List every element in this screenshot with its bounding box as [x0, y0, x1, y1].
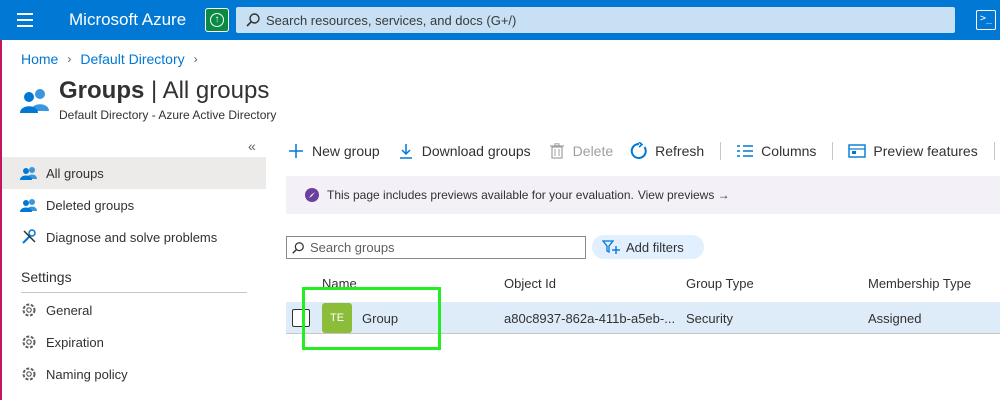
preview-banner: This page includes previews available fo…	[286, 176, 1000, 214]
filter-add-icon	[602, 240, 620, 254]
sidebar-item-expiration[interactable]: Expiration	[2, 326, 266, 358]
top-bar: Microsoft Azure ↑ >_	[0, 0, 1000, 40]
gear-icon	[20, 366, 38, 382]
row-checkbox[interactable]	[292, 309, 310, 327]
sidebar: All groups Deleted groups Diagnose and s…	[2, 157, 266, 253]
sidebar-item-label: General	[46, 302, 93, 318]
upgrade-icon[interactable]: ↑	[205, 8, 229, 32]
search-icon	[246, 13, 260, 27]
new-group-button[interactable]: New group	[286, 141, 380, 161]
delete-button[interactable]: Delete	[547, 141, 613, 161]
search-icon	[292, 241, 304, 254]
trash-icon	[547, 141, 567, 161]
global-search[interactable]	[236, 7, 955, 33]
columns-button[interactable]: Columns	[735, 141, 816, 161]
sidebar-item-all-groups[interactable]: All groups	[2, 157, 266, 189]
search-groups-input[interactable]	[310, 240, 580, 255]
group-name-link[interactable]: Group	[362, 311, 398, 326]
chevron-right-icon: ›	[193, 52, 198, 66]
download-icon	[396, 141, 416, 161]
settings-heading: Settings	[21, 269, 72, 285]
sidebar-item-label: Deleted groups	[46, 197, 135, 213]
plus-icon	[286, 141, 306, 161]
column-header-name[interactable]: Name	[322, 276, 357, 291]
sidebar-item-diagnose[interactable]: Diagnose and solve problems	[2, 221, 266, 253]
global-search-input[interactable]	[266, 12, 946, 28]
chevron-right-icon: ›	[67, 52, 72, 66]
column-header-membership-type[interactable]: Membership Type	[868, 276, 971, 291]
sidebar-item-label: Naming policy	[46, 366, 128, 382]
group-search[interactable]	[286, 236, 586, 259]
gear-icon	[20, 302, 38, 318]
preview-icon	[847, 141, 867, 161]
column-header-group-type[interactable]: Group Type	[686, 276, 754, 291]
sidebar-item-naming-policy[interactable]: Naming policy	[2, 358, 266, 390]
settings-nav: General Expiration Naming policy	[2, 294, 266, 390]
brand-title[interactable]: Microsoft Azure	[69, 10, 186, 30]
avatar: TE	[322, 303, 352, 333]
refresh-icon	[629, 141, 649, 161]
menu-icon[interactable]	[17, 13, 33, 27]
columns-icon	[735, 141, 755, 161]
breadcrumb: Home › Default Directory ›	[21, 51, 207, 67]
object-id-cell: a80c8937-862a-411b-a5eb-...	[504, 311, 676, 326]
wrench-icon	[20, 229, 38, 245]
preview-features-button[interactable]: Preview features	[847, 141, 978, 161]
membership-type-cell: Assigned	[868, 311, 922, 326]
page-title: Groups | All groups	[59, 77, 270, 104]
sidebar-item-general[interactable]: General	[2, 294, 266, 326]
download-groups-button[interactable]: Download groups	[396, 141, 531, 161]
sidebar-item-label: Expiration	[46, 334, 104, 350]
column-header-object-id[interactable]: Object Id	[504, 276, 556, 291]
sidebar-item-deleted-groups[interactable]: Deleted groups	[2, 189, 266, 221]
sidebar-item-label: Diagnose and solve problems	[46, 229, 218, 245]
groups-icon	[20, 197, 38, 213]
view-previews-link[interactable]: View previews →	[638, 188, 730, 202]
cloud-shell-icon[interactable]: >_	[976, 10, 996, 30]
breadcrumb-default-directory[interactable]: Default Directory	[80, 51, 184, 67]
groups-icon	[20, 165, 38, 181]
sidebar-item-label: All groups	[46, 165, 104, 181]
banner-text: This page includes previews available fo…	[327, 188, 634, 202]
gear-icon	[20, 334, 38, 350]
divider	[720, 142, 722, 160]
group-type-cell: Security	[686, 311, 733, 326]
divider	[21, 292, 247, 293]
collapse-icon[interactable]: «	[248, 138, 256, 154]
add-filters-button[interactable]: Add filters	[592, 235, 704, 259]
page-subtitle: Default Directory - Azure Active Directo…	[59, 108, 277, 122]
divider	[832, 142, 834, 160]
rocket-icon	[305, 188, 319, 202]
groups-icon	[20, 89, 49, 113]
command-bar: New group Download groups Delete Refresh…	[286, 136, 1000, 166]
refresh-button[interactable]: Refresh	[629, 141, 704, 161]
divider	[993, 142, 995, 160]
breadcrumb-home[interactable]: Home	[21, 51, 58, 67]
